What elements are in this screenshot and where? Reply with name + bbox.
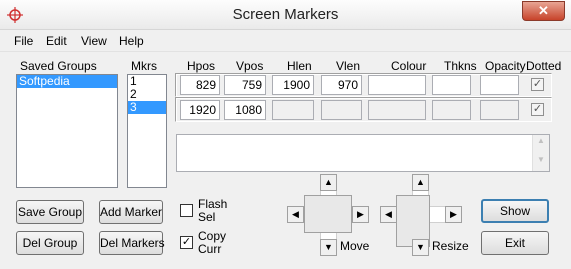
resize-label: Resize bbox=[432, 239, 469, 253]
flash-sel-label-2: Sel bbox=[198, 210, 216, 224]
close-icon: ✕ bbox=[538, 3, 549, 18]
opacity-field[interactable] bbox=[480, 75, 519, 95]
col-hpos: Hpos bbox=[187, 59, 216, 73]
vpos-field[interactable]: 1080 bbox=[224, 100, 266, 120]
col-colour: Colour bbox=[391, 59, 427, 73]
col-thkns: Thkns bbox=[444, 59, 477, 73]
resize-left-icon[interactable]: ◀ bbox=[380, 206, 397, 223]
exit-button[interactable]: Exit bbox=[481, 231, 549, 255]
col-vlen: Vlen bbox=[336, 59, 361, 73]
flash-sel-label: Flash bbox=[198, 197, 228, 211]
move-up-icon[interactable]: ▲ bbox=[320, 174, 337, 191]
copy-curr-label: Copy bbox=[198, 229, 227, 243]
resize-up-icon[interactable]: ▲ bbox=[412, 174, 429, 191]
scroll-down-icon[interactable]: ▼ bbox=[533, 155, 549, 164]
move-right-icon[interactable]: ▶ bbox=[352, 206, 369, 223]
window-title: Screen Markers bbox=[232, 6, 339, 23]
dotted-checkbox[interactable]: ✓ bbox=[531, 103, 544, 116]
markers-list[interactable]: 1 2 3 bbox=[127, 74, 167, 188]
move-down-icon[interactable]: ▼ bbox=[320, 239, 337, 256]
list-item[interactable]: Softpedia bbox=[17, 75, 117, 88]
copy-curr-checkbox[interactable]: ✓ bbox=[180, 236, 193, 249]
thkns-field[interactable] bbox=[432, 75, 471, 95]
hlen-field[interactable] bbox=[272, 100, 314, 120]
vpos-field[interactable]: 759 bbox=[224, 75, 266, 95]
col-vpos: Vpos bbox=[236, 59, 264, 73]
move-left-icon[interactable]: ◀ bbox=[287, 206, 304, 223]
markers-label: Mkrs bbox=[131, 59, 157, 73]
notes-scrollbar[interactable]: ▲ ▼ bbox=[532, 135, 549, 171]
col-opacity: Opacity bbox=[485, 59, 526, 73]
colour-field[interactable] bbox=[368, 100, 426, 120]
col-dotted: Dotted bbox=[526, 59, 562, 73]
opacity-field[interactable] bbox=[480, 100, 519, 120]
resize-right-icon[interactable]: ▶ bbox=[445, 206, 462, 223]
notes-textarea[interactable]: ▲ ▼ bbox=[176, 134, 550, 172]
add-marker-button[interactable]: Add Marker bbox=[99, 200, 163, 224]
menu-view[interactable]: View bbox=[81, 34, 107, 48]
vlen-field[interactable]: 970 bbox=[321, 75, 362, 95]
move-thumb[interactable] bbox=[304, 195, 352, 233]
close-button[interactable]: ✕ bbox=[522, 1, 565, 21]
menu-bar: File Edit View Help bbox=[0, 31, 571, 52]
flash-sel-checkbox[interactable] bbox=[180, 204, 193, 217]
hpos-field[interactable]: 829 bbox=[180, 75, 220, 95]
copy-curr-label-2: Curr bbox=[198, 242, 222, 256]
menu-help[interactable]: Help bbox=[119, 34, 144, 48]
resize-down-icon[interactable]: ▼ bbox=[412, 239, 429, 256]
menu-file[interactable]: File bbox=[14, 34, 33, 48]
saved-groups-list[interactable]: Softpedia bbox=[16, 74, 118, 188]
menu-edit[interactable]: Edit bbox=[46, 34, 67, 48]
show-button[interactable]: Show bbox=[481, 199, 549, 223]
del-markers-button[interactable]: Del Markers bbox=[99, 231, 165, 255]
title-bar: Screen Markers ✕ bbox=[0, 0, 571, 30]
thkns-field[interactable] bbox=[432, 100, 471, 120]
del-group-button[interactable]: Del Group bbox=[16, 231, 84, 255]
saved-groups-label: Saved Groups bbox=[20, 59, 97, 73]
dotted-checkbox[interactable]: ✓ bbox=[531, 78, 544, 91]
colour-field[interactable] bbox=[368, 75, 426, 95]
vlen-field[interactable] bbox=[321, 100, 362, 120]
save-group-button[interactable]: Save Group bbox=[16, 200, 84, 224]
hpos-field[interactable]: 1920 bbox=[180, 100, 220, 120]
hlen-field[interactable]: 1900 bbox=[272, 75, 314, 95]
list-item[interactable]: 3 bbox=[128, 101, 166, 114]
scroll-up-icon[interactable]: ▲ bbox=[533, 136, 549, 145]
col-hlen: Hlen bbox=[287, 59, 312, 73]
move-label: Move bbox=[340, 239, 370, 253]
